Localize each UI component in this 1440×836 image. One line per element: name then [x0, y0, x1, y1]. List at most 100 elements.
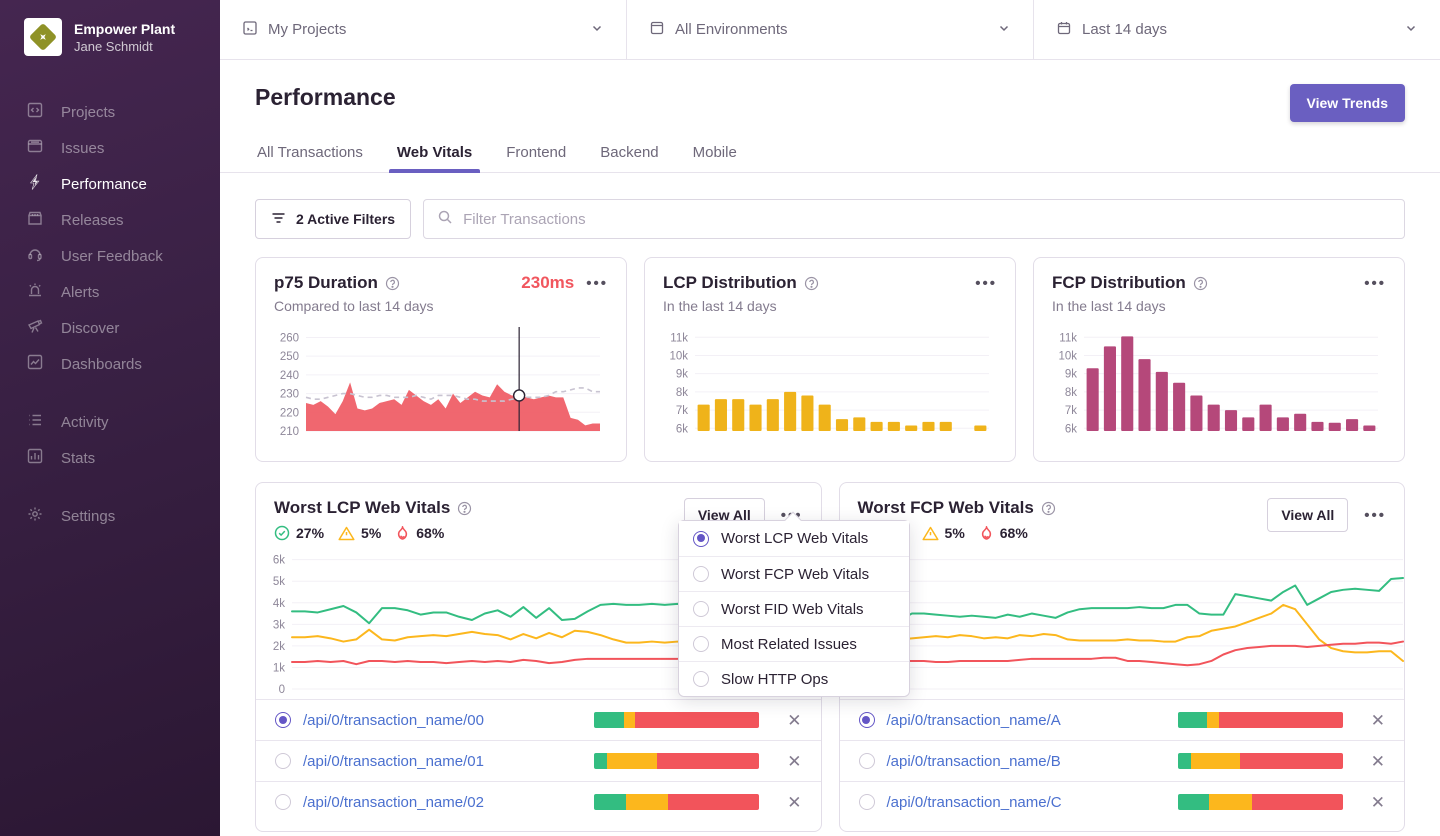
help-icon[interactable] [385, 276, 400, 291]
sidebar-item-activity[interactable]: Activity [0, 404, 220, 440]
tab-backend[interactable]: Backend [598, 138, 660, 172]
option-radio[interactable] [693, 531, 709, 547]
overflow-menu-icon[interactable]: ••• [1364, 276, 1386, 291]
transaction-link[interactable]: /api/0/transaction_name/02 [303, 794, 484, 811]
sidebar-item-issues[interactable]: Issues [0, 130, 220, 166]
transaction-radio[interactable] [275, 712, 291, 728]
close-icon[interactable]: ✕ [1371, 712, 1385, 729]
search-input[interactable] [463, 211, 1391, 228]
calendar-icon [1056, 20, 1072, 40]
svg-text:2k: 2k [273, 641, 285, 653]
sidebar-item-alerts[interactable]: Alerts [0, 274, 220, 310]
svg-text:6k: 6k [273, 555, 285, 567]
transaction-radio[interactable] [859, 753, 875, 769]
org-switcher[interactable]: Empower Plant Jane Schmidt [0, 0, 220, 56]
main-content: My Projects All Environments Last 14 day… [220, 0, 1440, 836]
transaction-link[interactable]: /api/0/transaction_name/00 [303, 712, 484, 729]
view-all-button[interactable]: View All [1267, 498, 1348, 532]
fcp-distribution-chart: 6k7k8k9k10k11k [1052, 324, 1386, 439]
svg-text:230: 230 [280, 389, 299, 401]
sidebar-item-user-feedback[interactable]: User Feedback [0, 238, 220, 274]
tab-web-vitals[interactable]: Web Vitals [395, 138, 474, 172]
transaction-link[interactable]: /api/0/transaction_name/A [887, 712, 1061, 729]
flame-icon [979, 525, 994, 541]
active-filters-button[interactable]: 2 Active Filters [255, 199, 411, 239]
close-icon[interactable]: ✕ [1371, 794, 1385, 811]
org-name: Empower Plant [74, 20, 175, 38]
performance-tabs: All Transactions Web Vitals Frontend Bac… [220, 138, 1440, 173]
warning-triangle-icon [922, 526, 939, 541]
sidebar-item-label: Alerts [61, 284, 99, 301]
card-title: LCP Distribution [663, 273, 797, 293]
issues-icon [26, 137, 44, 159]
environment-selector[interactable]: All Environments [626, 0, 1033, 59]
transaction-radio[interactable] [275, 794, 291, 810]
card-subtitle: In the last 14 days [663, 298, 997, 314]
svg-text:3k: 3k [273, 619, 285, 631]
transaction-link[interactable]: /api/0/transaction_name/01 [303, 753, 484, 770]
sidebar-item-projects[interactable]: Projects [0, 94, 220, 130]
dropdown-option[interactable]: Worst FID Web Vitals [679, 591, 909, 626]
warning-triangle-icon [338, 526, 355, 541]
user-name: Jane Schmidt [74, 39, 175, 54]
help-icon[interactable] [1041, 501, 1056, 516]
help-icon[interactable] [1193, 276, 1208, 291]
help-icon[interactable] [804, 276, 819, 291]
sidebar: Empower Plant Jane Schmidt Projects Issu… [0, 0, 220, 836]
overflow-menu-icon[interactable]: ••• [1364, 508, 1386, 523]
help-icon[interactable] [457, 501, 472, 516]
tab-mobile[interactable]: Mobile [691, 138, 739, 172]
sidebar-item-dashboards[interactable]: Dashboards [0, 346, 220, 382]
sidebar-item-label: Issues [61, 140, 104, 157]
dropdown-option[interactable]: Worst FCP Web Vitals [679, 556, 909, 591]
svg-text:260: 260 [280, 332, 299, 344]
sidebar-item-label: Dashboards [61, 356, 142, 373]
transaction-radio[interactable] [275, 753, 291, 769]
dropdown-option[interactable]: Most Related Issues [679, 626, 909, 661]
svg-text:7k: 7k [1065, 405, 1077, 417]
chart-type-dropdown: Worst LCP Web Vitals Worst FCP Web Vital… [678, 520, 910, 697]
transaction-radio[interactable] [859, 794, 875, 810]
alerts-icon [26, 281, 44, 303]
option-radio[interactable] [693, 566, 709, 582]
option-radio[interactable] [693, 671, 709, 687]
dropdown-option[interactable]: Slow HTTP Ops [679, 661, 909, 696]
sidebar-item-label: Performance [61, 176, 147, 193]
option-label: Most Related Issues [721, 636, 857, 653]
flame-icon [395, 525, 410, 541]
transaction-link[interactable]: /api/0/transaction_name/B [887, 753, 1061, 770]
tab-all-transactions[interactable]: All Transactions [255, 138, 365, 172]
transaction-row: /api/0/transaction_name/01 ✕ [256, 740, 821, 781]
date-range-value: Last 14 days [1082, 21, 1394, 38]
sidebar-item-discover[interactable]: Discover [0, 310, 220, 346]
close-icon[interactable]: ✕ [787, 794, 801, 811]
transaction-search [423, 199, 1405, 239]
tab-frontend[interactable]: Frontend [504, 138, 568, 172]
overflow-menu-icon[interactable]: ••• [975, 276, 997, 291]
option-radio[interactable] [693, 601, 709, 617]
transaction-radio[interactable] [859, 712, 875, 728]
svg-text:250: 250 [280, 351, 299, 363]
lcp-distribution-card: LCP Distribution ••• In the last 14 days… [644, 257, 1016, 462]
p75-value: 230ms [521, 273, 574, 293]
sidebar-item-stats[interactable]: Stats [0, 440, 220, 476]
sidebar-item-settings[interactable]: Settings [0, 498, 220, 534]
sidebar-item-label: Discover [61, 320, 119, 337]
transaction-link[interactable]: /api/0/transaction_name/C [887, 794, 1062, 811]
close-icon[interactable]: ✕ [1371, 753, 1385, 770]
close-icon[interactable]: ✕ [787, 753, 801, 770]
user-feedback-icon [26, 245, 44, 267]
org-logo-diamond-icon [29, 23, 57, 51]
svg-text:6k: 6k [1065, 423, 1077, 435]
view-trends-button[interactable]: View Trends [1290, 84, 1405, 122]
sidebar-item-performance[interactable]: Performance [0, 166, 220, 202]
close-icon[interactable]: ✕ [787, 712, 801, 729]
date-range-selector[interactable]: Last 14 days [1033, 0, 1440, 59]
transaction-row: /api/0/transaction_name/B ✕ [840, 740, 1405, 781]
sidebar-item-releases[interactable]: Releases [0, 202, 220, 238]
project-selector[interactable]: My Projects [220, 0, 626, 59]
sidebar-item-label: Activity [61, 414, 109, 431]
vitals-segment-bar [1178, 712, 1343, 728]
option-radio[interactable] [693, 636, 709, 652]
overflow-menu-icon[interactable]: ••• [586, 276, 608, 291]
